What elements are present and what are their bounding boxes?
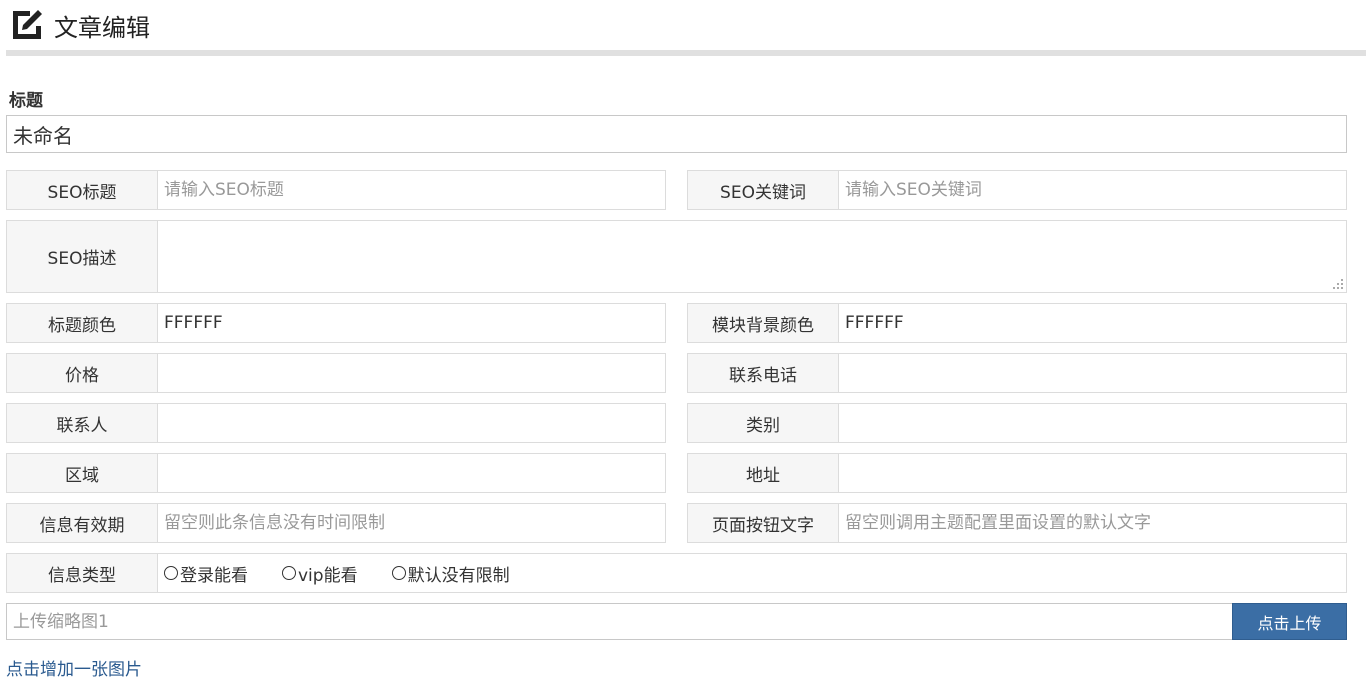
radio-no-limit[interactable]: 默认没有限制 xyxy=(391,561,510,586)
phone-label: 联系电话 xyxy=(688,354,839,392)
radio-login-only[interactable]: 登录能看 xyxy=(164,561,248,586)
contact-label: 联系人 xyxy=(7,404,158,442)
seo-title-row: SEO标题 xyxy=(6,170,666,210)
header-divider xyxy=(6,50,1366,56)
contact-row: 联系人 xyxy=(6,403,666,443)
region-input[interactable] xyxy=(164,454,659,492)
region-label: 区域 xyxy=(7,454,158,492)
validity-input[interactable] xyxy=(164,504,659,542)
block-bg-color-input[interactable] xyxy=(845,304,1340,342)
phone-row: 联系电话 xyxy=(687,353,1347,393)
radio-circle-icon[interactable] xyxy=(164,566,178,580)
radio-circle-icon[interactable] xyxy=(282,566,296,580)
seo-keywords-input[interactable] xyxy=(845,171,1340,209)
phone-input[interactable] xyxy=(845,354,1340,392)
resize-grip-icon[interactable] xyxy=(1333,279,1343,289)
price-input[interactable] xyxy=(164,354,659,392)
category-label: 类别 xyxy=(688,404,839,442)
price-label: 价格 xyxy=(7,354,158,392)
category-row: 类别 xyxy=(687,403,1347,443)
seo-title-input[interactable] xyxy=(164,171,659,209)
seo-keywords-row: SEO关键词 xyxy=(687,170,1347,210)
contact-input[interactable] xyxy=(164,404,659,442)
radio-label: 默认没有限制 xyxy=(407,565,510,586)
price-row: 价格 xyxy=(6,353,666,393)
page-title: 文章编辑 xyxy=(54,13,150,42)
radio-label: vip能看 xyxy=(298,565,358,586)
validity-label: 信息有效期 xyxy=(7,504,158,542)
seo-description-label: SEO描述 xyxy=(7,221,158,292)
category-input[interactable] xyxy=(845,404,1340,442)
block-bg-color-row: 模块背景颜色 xyxy=(687,303,1347,343)
block-bg-color-label: 模块背景颜色 xyxy=(688,304,839,342)
edit-icon xyxy=(13,10,42,39)
upload-button[interactable]: 点击上传 xyxy=(1232,603,1347,640)
radio-circle-icon[interactable] xyxy=(391,566,406,580)
button-text-label: 页面按钮文字 xyxy=(688,504,839,542)
address-input[interactable] xyxy=(845,454,1340,492)
title-color-label: 标题颜色 xyxy=(7,304,158,342)
title-input[interactable] xyxy=(6,115,1347,153)
button-text-input[interactable] xyxy=(845,504,1340,542)
validity-row: 信息有效期 xyxy=(6,503,666,543)
address-row: 地址 xyxy=(687,453,1347,493)
title-color-input[interactable] xyxy=(164,304,659,342)
title-label: 标题 xyxy=(9,91,43,111)
info-type-label: 信息类型 xyxy=(7,554,158,592)
seo-keywords-label: SEO关键词 xyxy=(688,171,839,209)
page-header: 文章编辑 xyxy=(10,8,150,42)
radio-vip-only[interactable]: vip能看 xyxy=(282,561,358,586)
button-text-row: 页面按钮文字 xyxy=(687,503,1347,543)
region-row: 区域 xyxy=(6,453,666,493)
radio-label: 登录能看 xyxy=(180,565,248,586)
info-type-row: 信息类型 登录能看 vip能看 默认没有限制 xyxy=(6,553,1347,593)
seo-title-label: SEO标题 xyxy=(7,171,158,209)
address-label: 地址 xyxy=(688,454,839,492)
title-color-row: 标题颜色 xyxy=(6,303,666,343)
seo-description-row: SEO描述 xyxy=(6,220,1347,293)
add-image-link[interactable]: 点击增加一张图片 xyxy=(6,655,142,680)
thumbnail-input[interactable] xyxy=(6,603,1232,640)
seo-description-textarea[interactable] xyxy=(164,221,1340,292)
